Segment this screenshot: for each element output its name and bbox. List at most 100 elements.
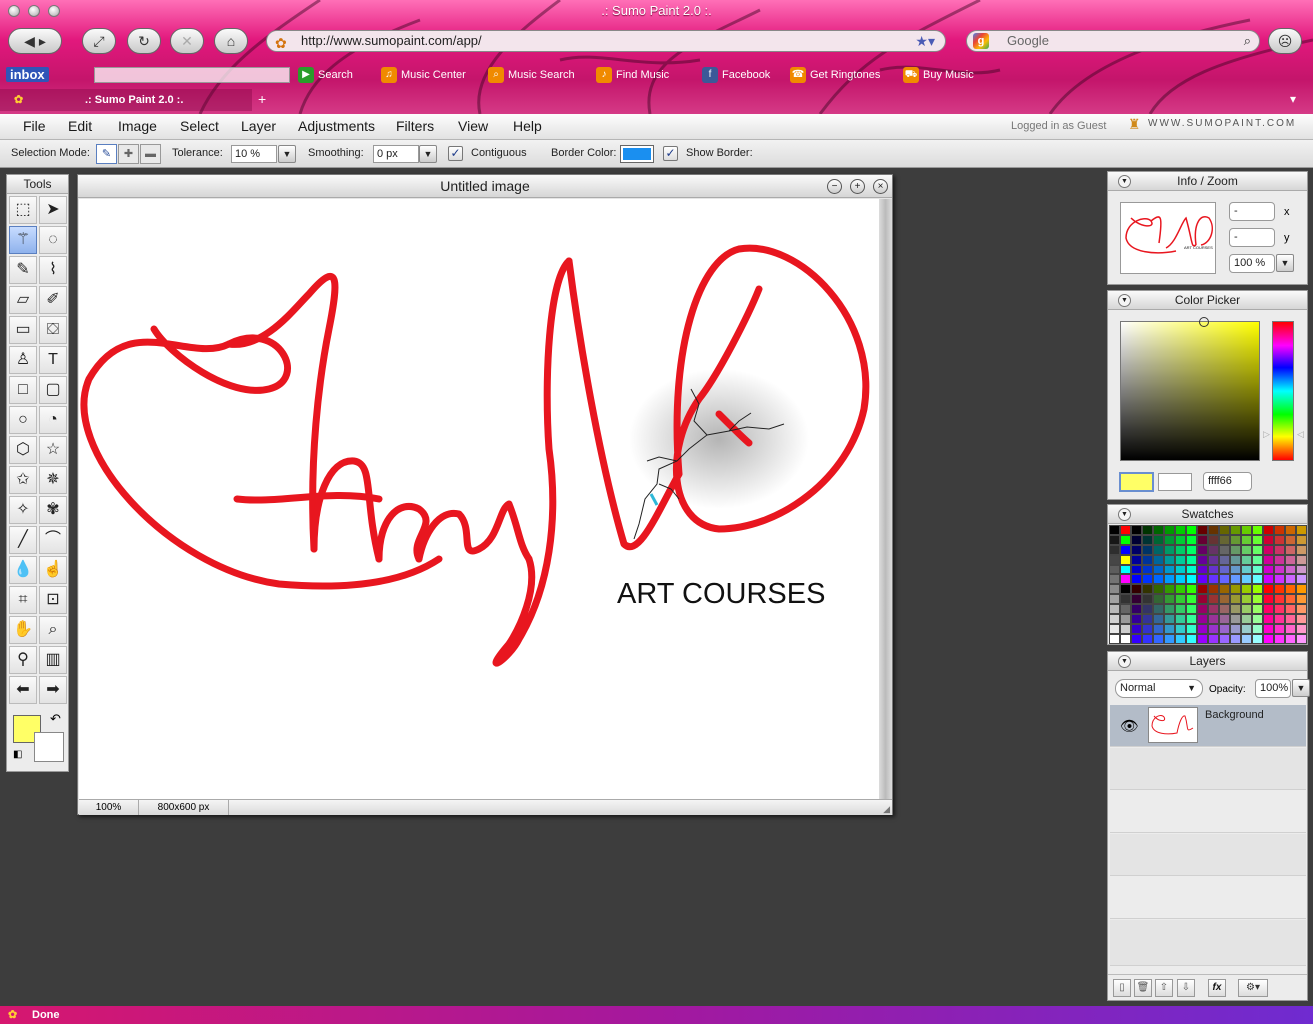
color-swatch[interactable] [1274, 614, 1285, 624]
color-swatch[interactable] [1197, 544, 1208, 555]
minimize-image-button[interactable]: − [827, 179, 842, 194]
image-window-title[interactable]: Untitled image [78, 175, 892, 198]
color-swatch[interactable] [1120, 564, 1131, 575]
color-swatch[interactable] [1274, 623, 1285, 634]
color-swatch[interactable] [1175, 584, 1186, 595]
color-swatch[interactable] [1208, 584, 1219, 595]
color-swatch[interactable] [1252, 623, 1263, 634]
color-swatch[interactable] [1131, 525, 1142, 535]
primary-color-swatch[interactable] [1119, 472, 1154, 492]
color-swatch[interactable] [1153, 623, 1164, 634]
tolerance-input[interactable]: 10 % [231, 145, 277, 163]
bookmark-find-music[interactable]: ♪ Find Music [596, 67, 669, 83]
color-swatch[interactable] [1274, 534, 1285, 545]
color-swatch[interactable] [1186, 623, 1197, 634]
color-swatch[interactable] [1120, 594, 1131, 605]
color-swatch[interactable] [1219, 564, 1230, 575]
search-input[interactable]: g Google ⌕ [966, 30, 1260, 52]
collapse-triangle-icon[interactable]: ▼ [1118, 508, 1131, 521]
color-swatch[interactable] [1153, 554, 1164, 565]
color-swatch[interactable] [1186, 554, 1197, 565]
color-swatch[interactable] [1230, 594, 1241, 605]
background-color-swatch[interactable] [34, 732, 64, 762]
color-swatch[interactable] [1230, 633, 1241, 644]
collapse-triangle-icon[interactable]: ▼ [1118, 655, 1131, 668]
color-swatch[interactable] [1274, 594, 1285, 605]
color-swatch[interactable] [1241, 633, 1252, 644]
color-swatch[interactable] [1230, 554, 1241, 565]
menu-image[interactable]: Image [118, 118, 157, 134]
secondary-color-swatch[interactable] [1158, 473, 1192, 491]
back-button[interactable]: ◀ ▸ [8, 28, 62, 54]
collapse-triangle-icon[interactable]: ▼ [1118, 294, 1131, 307]
color-swatch[interactable] [1263, 525, 1274, 535]
color-swatch[interactable] [1153, 584, 1164, 595]
color-swatch[interactable] [1142, 594, 1153, 605]
color-swatch[interactable] [1186, 525, 1197, 535]
tool-brush[interactable]: ⌇ [39, 256, 67, 284]
color-swatch[interactable] [1274, 574, 1285, 585]
inbox-toolbar-logo[interactable]: inbox [6, 67, 49, 82]
color-swatch[interactable] [1164, 554, 1175, 565]
menu-adjustments[interactable]: Adjustments [298, 118, 375, 134]
color-swatch[interactable] [1153, 594, 1164, 605]
info-zoom-header[interactable]: ▼ Info / Zoom [1108, 172, 1307, 191]
bookmark-star-icon[interactable]: ★▾ [915, 31, 935, 51]
color-swatch[interactable] [1164, 604, 1175, 615]
color-swatch[interactable] [1263, 633, 1274, 644]
fullscreen-button[interactable]: ⤢ [82, 28, 116, 54]
color-swatch[interactable] [1109, 534, 1120, 545]
sumopaint-logo[interactable]: ♜ WWW.SUMOPAINT.COM [1128, 116, 1296, 132]
reload-button[interactable]: ↻ [127, 28, 161, 54]
color-swatch[interactable] [1109, 623, 1120, 634]
tool-blur-drop[interactable]: 💧 [9, 556, 37, 584]
color-swatch[interactable] [1131, 584, 1142, 595]
color-swatch[interactable] [1230, 574, 1241, 585]
color-swatch[interactable] [1109, 633, 1120, 644]
color-swatch[interactable] [1131, 534, 1142, 545]
blend-mode-select[interactable]: Normal ▼ [1115, 679, 1203, 698]
resize-grip-icon[interactable]: ◢ [883, 802, 890, 817]
color-swatch[interactable] [1164, 534, 1175, 545]
color-swatch[interactable] [1142, 544, 1153, 555]
hex-color-input[interactable]: ffff66 [1203, 472, 1252, 491]
color-swatch[interactable] [1142, 534, 1153, 545]
tool-rectangle[interactable]: □ [9, 376, 37, 404]
color-swatch[interactable] [1274, 584, 1285, 595]
contiguous-checkbox[interactable]: ✓ [448, 146, 463, 161]
color-swatch[interactable] [1120, 534, 1131, 545]
menu-view[interactable]: View [458, 118, 488, 134]
tool-shape[interactable]: ✧ [9, 496, 37, 524]
layer-item-background[interactable]: 👁 Background [1110, 705, 1306, 747]
color-swatch[interactable] [1197, 594, 1208, 605]
bookmark-buy-music[interactable]: ⛟ Buy Music [903, 67, 974, 83]
color-swatch[interactable] [1186, 604, 1197, 615]
color-swatch[interactable] [1197, 525, 1208, 535]
color-swatch[interactable] [1230, 525, 1241, 535]
bookmark-get-ringtones[interactable]: ☎ Get Ringtones [790, 67, 880, 83]
color-swatch[interactable] [1296, 554, 1307, 565]
tool-move-arrow[interactable]: ➤ [39, 196, 67, 224]
tool-polygon[interactable]: ⬡ [9, 436, 37, 464]
color-swatch[interactable] [1285, 554, 1296, 565]
color-swatch[interactable] [1208, 623, 1219, 634]
color-swatch[interactable] [1296, 584, 1307, 595]
color-swatch[interactable] [1186, 534, 1197, 545]
color-swatch[interactable] [1131, 623, 1142, 634]
color-swatch[interactable] [1241, 614, 1252, 624]
color-swatch[interactable] [1263, 604, 1274, 615]
color-swatch[interactable] [1142, 574, 1153, 585]
color-swatch[interactable] [1263, 623, 1274, 634]
color-swatch[interactable] [1142, 564, 1153, 575]
menu-layer[interactable]: Layer [241, 118, 276, 134]
color-swatch[interactable] [1263, 584, 1274, 595]
tool-arc[interactable]: ◔ [39, 406, 67, 434]
color-swatch[interactable] [1285, 544, 1296, 555]
tab-list-icon[interactable]: ▾ [1290, 92, 1296, 106]
color-swatch[interactable] [1230, 614, 1241, 624]
tool-gradient[interactable]: ▭ [9, 316, 37, 344]
color-swatch[interactable] [1241, 554, 1252, 565]
tool-undo-arrow[interactable]: ⬅ [9, 676, 37, 704]
color-swatch[interactable] [1285, 614, 1296, 624]
color-swatch[interactable] [1120, 623, 1131, 634]
